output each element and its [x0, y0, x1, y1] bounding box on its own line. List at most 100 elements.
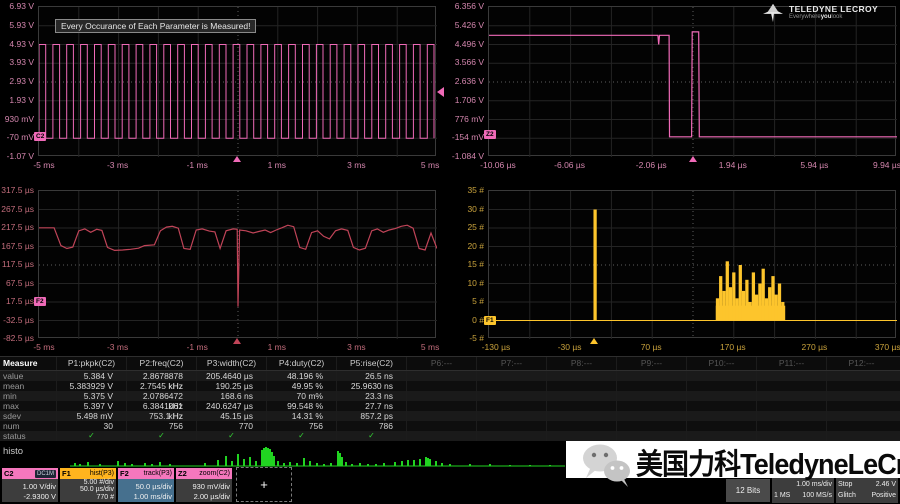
- measure-cell: ✓: [336, 431, 406, 441]
- descriptor-value-line: 1.00 V/div: [4, 482, 56, 492]
- measure-column-header-empty[interactable]: P9:---: [616, 357, 686, 370]
- measure-column-header-empty[interactable]: P8:---: [546, 357, 616, 370]
- measure-row-max: max5.397 V6.3841061 kHz240.6247 µs99.548…: [0, 401, 900, 411]
- descriptor-box-f1[interactable]: F1hist(P3)5.00 #/div50.0 µs/div770 #: [60, 468, 116, 502]
- measure-cell: [686, 421, 756, 431]
- measure-cell: [546, 401, 616, 411]
- y-tick-label: 67.5 µs: [0, 278, 34, 288]
- y-tick-label: 1.93 V: [0, 95, 34, 105]
- measure-cell: 190.25 µs: [196, 381, 266, 391]
- timebase-rate: 100 MS/s: [802, 490, 832, 501]
- descriptor-value-line: 50.0 µs/div: [62, 486, 114, 493]
- y-tick-label: 317.5 µs: [0, 185, 34, 195]
- watermark-text: 美国力科TeledyneLeCroy: [636, 441, 900, 483]
- measure-cell: [756, 431, 826, 441]
- measure-column-header[interactable]: P1:pkpk(C2): [56, 357, 126, 370]
- measure-cell: [826, 411, 896, 421]
- x-tick-label: 70 µs: [641, 342, 662, 352]
- measure-column-header-empty[interactable]: P12:---: [826, 357, 896, 370]
- measure-cell: [546, 381, 616, 391]
- measure-cell: [546, 411, 616, 421]
- measure-cell: 2.0786472 kHz: [126, 391, 196, 401]
- measure-cell: [826, 381, 896, 391]
- descriptor-box-z2[interactable]: Z2zoom(C2)930 mV/div2.00 µs/div: [176, 468, 232, 502]
- descriptor-box-f2[interactable]: F2track(P3) 50.0 µs/div1.00 ms/div: [118, 468, 174, 502]
- x-tick-label: 170 µs: [720, 342, 746, 352]
- plot-area-hist[interactable]: F1: [488, 190, 896, 338]
- measure-column-header-empty[interactable]: P6:---: [406, 357, 476, 370]
- hist-trace-marker: F1: [484, 316, 496, 325]
- measure-cell: 6.3841061 kHz: [126, 401, 196, 411]
- measure-cell: [406, 391, 476, 401]
- plot-area-zoom[interactable]: Z2: [488, 6, 896, 156]
- x-tick-label: -130 µs: [482, 342, 511, 352]
- coupling-badge: DC1M: [35, 470, 56, 478]
- measure-cell: [476, 381, 546, 391]
- measure-cell: [686, 431, 756, 441]
- y-tick-label: 1.706 V: [444, 95, 484, 105]
- descriptor-header: F2track(P3): [118, 468, 174, 479]
- teledyne-star-icon: [762, 3, 784, 23]
- measure-cell: ✓: [126, 431, 196, 441]
- descriptor-function: zoom(C2): [199, 468, 230, 479]
- x-tick-label: -5 ms: [33, 160, 54, 170]
- plot-area-main[interactable]: C2Every Occurance of Each Parameter is M…: [38, 6, 436, 156]
- measure-cell: [616, 381, 686, 391]
- descriptor-function: track(P3): [144, 468, 172, 479]
- plot-area-track[interactable]: F2: [38, 190, 436, 338]
- measure-cell: [756, 381, 826, 391]
- trigger-type: Glitch: [838, 490, 856, 501]
- measure-cell: 30: [56, 421, 126, 431]
- y-tick-label: 930 mV: [0, 114, 34, 124]
- measure-cell: [616, 401, 686, 411]
- descriptor-value-line: 50.0 µs/div: [120, 482, 172, 492]
- measure-cell: 27.7 ns: [336, 401, 406, 411]
- measure-cell: [756, 371, 826, 381]
- measure-cell: [616, 391, 686, 401]
- measure-cell: [756, 411, 826, 421]
- measure-cell: 5.384 V: [56, 371, 126, 381]
- brand-name: TELEDYNE LECROY: [789, 5, 878, 14]
- x-tick-label: 5 ms: [421, 160, 439, 170]
- measure-row-status: status✓✓✓✓✓: [0, 431, 900, 441]
- measure-column-header[interactable]: P4:duty(C2): [266, 357, 336, 370]
- measure-column-header[interactable]: P5:rise(C2): [336, 357, 406, 370]
- measure-cell: [476, 391, 546, 401]
- trigger-position-marker: [689, 156, 697, 162]
- measure-table-title: Measure: [0, 357, 56, 370]
- measure-column-header-empty[interactable]: P7:---: [476, 357, 546, 370]
- descriptor-id: C2: [4, 468, 14, 479]
- measure-cell: ✓: [196, 431, 266, 441]
- y-tick-label: 4.93 V: [0, 39, 34, 49]
- descriptor-values: 1.00 V/div-2.9300 V: [2, 479, 58, 502]
- y-tick-label: 4.496 V: [444, 39, 484, 49]
- descriptor-box-c2[interactable]: C2 DC1M1.00 V/div-2.9300 V: [2, 468, 58, 502]
- measure-cell: [756, 401, 826, 411]
- y-tick-label: -32.5 µs: [0, 315, 34, 325]
- measure-row-label: status: [0, 431, 56, 441]
- trigger-position-marker: [233, 156, 241, 162]
- x-tick-label: 5.94 µs: [800, 160, 828, 170]
- measure-cell: 25.9630 ns: [336, 381, 406, 391]
- zoom-trace-marker: Z2: [484, 130, 496, 139]
- descriptor-values: 5.00 #/div50.0 µs/div770 #: [60, 479, 116, 502]
- measure-cell: 240.6247 µs: [196, 401, 266, 411]
- measure-cell: [616, 431, 686, 441]
- measure-column-header-empty[interactable]: P10:---: [686, 357, 756, 370]
- measure-column-header[interactable]: P3:width(C2): [196, 357, 266, 370]
- measure-cell: [406, 421, 476, 431]
- descriptor-values: 930 mV/div2.00 µs/div: [176, 479, 232, 502]
- measure-cell: 45.15 µs: [196, 411, 266, 421]
- measure-cell: [686, 401, 756, 411]
- add-trace-button[interactable]: +: [236, 467, 292, 502]
- x-tick-label: 270 µs: [802, 342, 828, 352]
- measure-cell: 756: [266, 421, 336, 431]
- y-tick-label: 267.5 µs: [0, 204, 34, 214]
- x-tick-label: -1 ms: [187, 342, 208, 352]
- measure-column-header-empty[interactable]: P11:---: [756, 357, 826, 370]
- measure-cell: 205.4640 µs: [196, 371, 266, 381]
- descriptor-value-line: 1.00 ms/div: [120, 492, 172, 502]
- timebase-samples: 1 MS: [774, 490, 790, 501]
- descriptor-value-line: 5.00 #/div: [62, 479, 114, 486]
- measure-column-header[interactable]: P2:freq(C2): [126, 357, 196, 370]
